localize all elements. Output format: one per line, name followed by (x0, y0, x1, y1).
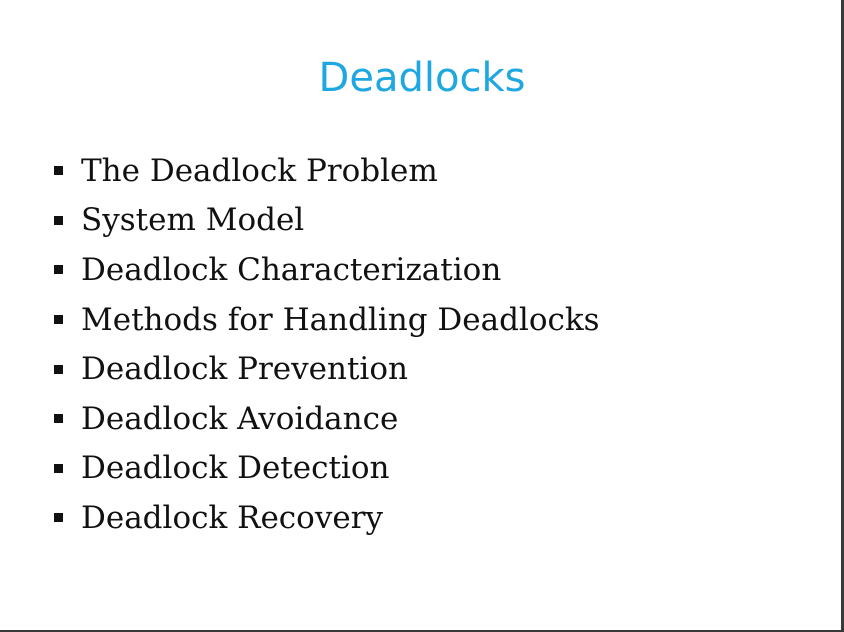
square-bullet-icon (54, 215, 63, 225)
bullet-text: Deadlock Detection (81, 450, 390, 487)
slide-title: Deadlocks (318, 55, 526, 101)
slide: Deadlocks The Deadlock Problem System Mo… (0, 0, 844, 632)
square-bullet-icon (54, 265, 63, 275)
bullet-text: The Deadlock Problem (81, 152, 438, 189)
square-bullet-icon (54, 414, 63, 424)
bullet-item: Deadlock Prevention (48, 344, 808, 394)
bullet-text: Deadlock Recovery (81, 499, 384, 536)
bullet-item: Deadlock Recovery (48, 493, 808, 543)
square-bullet-icon (54, 463, 63, 473)
bullet-item: System Model (48, 196, 808, 246)
bullet-item: Methods for Handling Deadlocks (48, 295, 808, 345)
square-bullet-icon (54, 166, 63, 176)
bullet-text: Deadlock Prevention (81, 351, 408, 388)
square-bullet-icon (54, 315, 63, 325)
bullet-text: System Model (81, 202, 305, 239)
square-bullet-icon (54, 364, 63, 374)
bullet-text: Methods for Handling Deadlocks (81, 301, 600, 338)
bullet-text: Deadlock Characterization (81, 251, 502, 288)
bullet-text: Deadlock Avoidance (81, 400, 399, 437)
square-bullet-icon (54, 513, 63, 523)
bullet-item: The Deadlock Problem (48, 146, 808, 196)
bullet-list: The Deadlock Problem System Model Deadlo… (48, 146, 808, 543)
bullet-item: Deadlock Characterization (48, 245, 808, 295)
bullet-item: Deadlock Avoidance (48, 394, 808, 444)
bullet-item: Deadlock Detection (48, 444, 808, 494)
